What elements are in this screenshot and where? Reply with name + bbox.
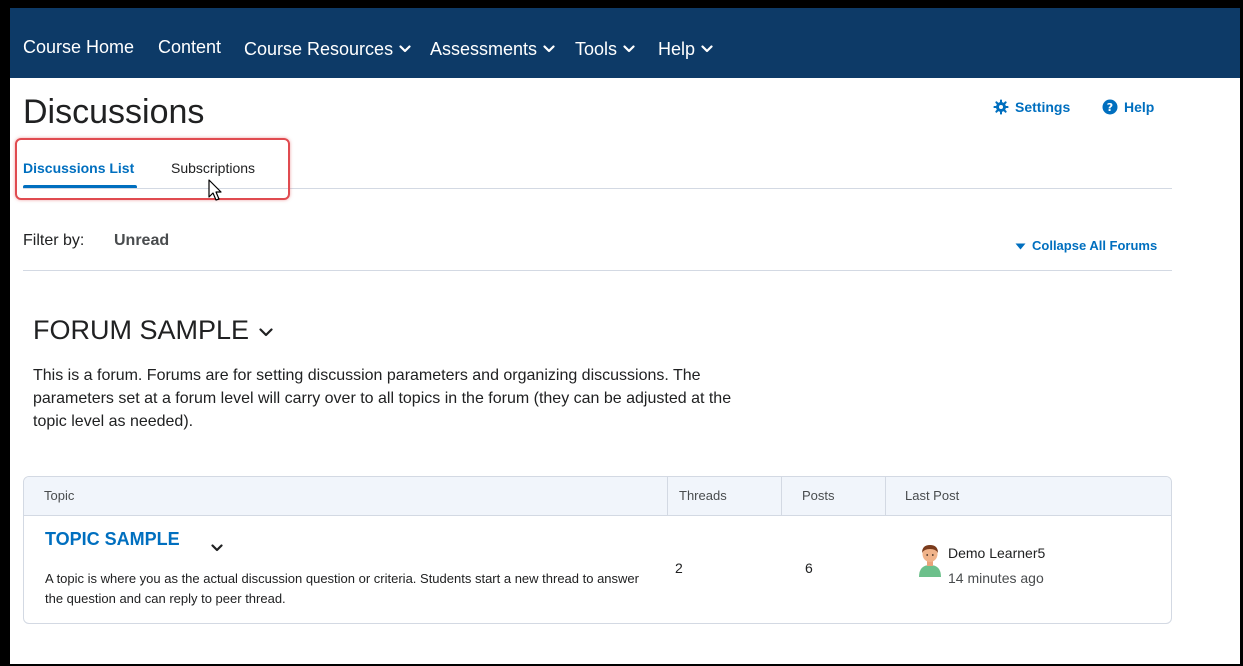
nav-item-content[interactable]: Content xyxy=(158,36,221,58)
threads-count: 2 xyxy=(675,560,683,576)
forum-title-text: FORUM SAMPLE xyxy=(33,315,250,345)
column-separator xyxy=(667,477,668,515)
help-label: Help xyxy=(1124,99,1155,115)
collapse-all-forums-button[interactable]: Collapse All Forums xyxy=(1015,238,1157,253)
gear-icon xyxy=(993,99,1015,115)
nav-label: Tools xyxy=(575,39,618,59)
page-title: Discussions xyxy=(23,93,205,131)
topic-link[interactable]: TOPIC SAMPLE xyxy=(45,529,180,550)
nav-item-course-resources[interactable]: Course Resources xyxy=(244,36,411,60)
help-button[interactable]: ? Help xyxy=(1102,99,1154,115)
last-post-time: 14 minutes ago xyxy=(948,570,1044,586)
nav-item-tools[interactable]: Tools xyxy=(575,36,635,60)
help-circle-icon: ? xyxy=(1102,99,1124,115)
filter-divider xyxy=(23,270,1172,271)
header-posts: Posts xyxy=(802,488,835,503)
nav-label: Assessments xyxy=(430,39,538,59)
chevron-down-icon xyxy=(701,36,713,58)
page-frame: Course Home Content Course Resources Ass… xyxy=(10,8,1240,664)
top-navbar: Course Home Content Course Resources Ass… xyxy=(10,8,1240,78)
avatar-icon xyxy=(917,543,943,582)
last-post-user[interactable]: Demo Learner5 xyxy=(948,545,1045,561)
filter-unread[interactable]: Unread xyxy=(114,232,169,250)
nav-item-course-home[interactable]: Course Home xyxy=(23,36,134,58)
mouse-cursor-icon xyxy=(208,179,224,208)
nav-label: Content xyxy=(158,37,222,57)
topic-description: A topic is where you as the actual discu… xyxy=(45,571,639,606)
topic-chevron-down-icon[interactable] xyxy=(211,539,223,557)
topic-table: Topic Threads Posts Last Post TOPIC SAMP… xyxy=(23,476,1172,624)
chevron-down-icon xyxy=(399,36,411,58)
table-header: Topic Threads Posts Last Post xyxy=(24,477,1171,516)
settings-button[interactable]: Settings xyxy=(993,99,1070,115)
chevron-down-icon xyxy=(623,36,635,58)
nav-item-assessments[interactable]: Assessments xyxy=(430,36,555,60)
posts-count: 6 xyxy=(805,560,813,576)
settings-label: Settings xyxy=(1015,99,1071,115)
nav-label: Help xyxy=(658,39,696,59)
caret-down-icon xyxy=(1015,238,1032,253)
header-threads: Threads xyxy=(679,488,727,503)
nav-label: Course Home xyxy=(23,37,135,57)
nav-item-help[interactable]: Help xyxy=(658,36,713,60)
svg-text:?: ? xyxy=(1107,101,1113,114)
column-separator xyxy=(781,477,782,515)
header-last-post: Last Post xyxy=(905,488,960,503)
forum-description: This is a forum. Forums are for setting … xyxy=(33,367,732,430)
nav-label: Course Resources xyxy=(244,39,394,59)
header-topic: Topic xyxy=(44,488,75,503)
forum-title: FORUM SAMPLE xyxy=(33,312,273,346)
column-separator xyxy=(885,477,886,515)
filter-label: Filter by: xyxy=(23,232,85,249)
chevron-down-icon xyxy=(543,36,555,58)
forum-chevron-down-icon[interactable] xyxy=(259,312,273,344)
collapse-all-label: Collapse All Forums xyxy=(1032,238,1158,253)
tabs-highlight-annotation xyxy=(15,138,290,200)
